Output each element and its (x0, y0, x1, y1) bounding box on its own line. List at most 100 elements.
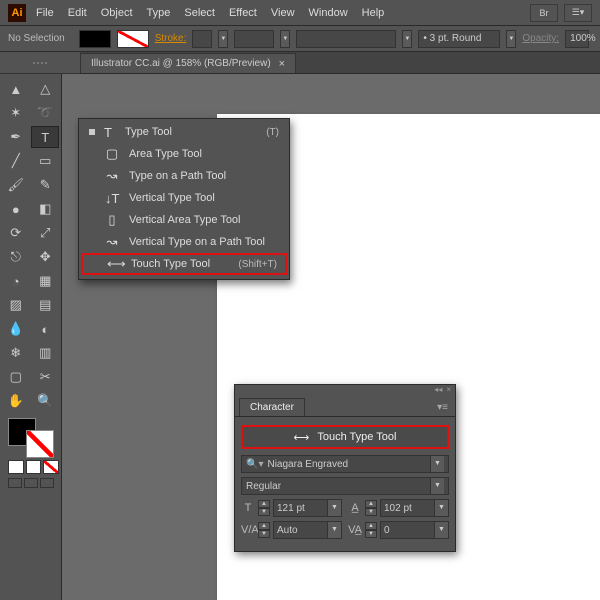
rectangle-tool[interactable]: ▭ (32, 150, 60, 172)
flyout-item-vertical-type-tool[interactable]: ↓TVertical Type Tool (81, 187, 287, 209)
menu-edit[interactable]: Edit (68, 7, 87, 19)
menu-effect[interactable]: Effect (229, 7, 257, 19)
flyout-item-label: Touch Type Tool (131, 258, 228, 270)
flyout-item-vertical-type-on-a-path-tool[interactable]: ↝Vertical Type on a Path Tool (81, 231, 287, 253)
flyout-item-label: Type Tool (125, 126, 256, 138)
zoom-tool[interactable]: 🔍 (32, 390, 60, 412)
column-graph-tool[interactable]: ▥ (32, 342, 60, 364)
tool-icon: ⟷ (107, 256, 121, 272)
blend-tool[interactable]: ◐ (32, 318, 60, 340)
select-tool[interactable]: ▲ (2, 78, 30, 100)
flyout-item-touch-type-tool[interactable]: ⟷Touch Type Tool(Shift+T) (81, 253, 287, 275)
kerning-input[interactable]: Auto▼ (273, 521, 342, 539)
eraser-tool[interactable]: ◧ (32, 198, 60, 220)
color-swatch[interactable] (8, 460, 24, 474)
artboard-tool[interactable]: ▢ (2, 366, 30, 388)
stroke-profile-input[interactable] (234, 30, 274, 48)
current-tool-indicator-icon (89, 129, 95, 135)
flyout-item-area-type-tool[interactable]: ▢Area Type Tool (81, 143, 287, 165)
type-tool[interactable]: T (31, 126, 59, 148)
eyedropper-tool[interactable]: 💧 (2, 318, 30, 340)
color-swatch[interactable] (26, 460, 42, 474)
panel-menu-icon[interactable]: ▾≡ (434, 399, 451, 416)
shape-builder-tool[interactable]: ◔ (2, 270, 30, 292)
menu-type[interactable]: Type (147, 7, 171, 19)
stroke-weight-input[interactable] (192, 30, 212, 48)
menu-help[interactable]: Help (362, 7, 385, 19)
tracking-stepper[interactable]: ▲▼ (365, 522, 377, 538)
character-panel[interactable]: ◂◂× Character ▾≡ ⟷ Touch Type Tool 🔍▾ Ni… (234, 384, 456, 552)
chevron-down-icon[interactable]: ▼ (430, 456, 444, 472)
free-transform-tool[interactable]: ✥ (32, 246, 60, 268)
hand-tool[interactable]: ✋ (2, 390, 30, 412)
none-swatch[interactable] (43, 460, 59, 474)
tool-icon: ▢ (105, 146, 119, 162)
symbol-sprayer-tool[interactable]: ❄ (2, 342, 30, 364)
type-tool-flyout: TType Tool(T)▢Area Type Tool↝Type on a P… (78, 118, 290, 280)
menu-select[interactable]: Select (184, 7, 215, 19)
document-tab-label: Illustrator CC.ai @ 158% (RGB/Preview) (91, 58, 271, 69)
pencil-tool[interactable]: ✎ (32, 174, 60, 196)
stroke-swatch[interactable] (117, 30, 149, 48)
blob-brush-tool[interactable]: ● (2, 198, 30, 220)
tool-icon: T (101, 125, 115, 140)
screen-mode-buttons[interactable] (8, 478, 59, 488)
menu-file[interactable]: File (36, 7, 54, 19)
document-tab[interactable]: Illustrator CC.ai @ 158% (RGB/Preview) × (80, 53, 296, 73)
stroke-label[interactable]: Stroke: (155, 33, 187, 44)
leading-stepper[interactable]: ▲▼ (365, 500, 377, 516)
stroke-weight-dd[interactable]: ▼ (218, 30, 228, 48)
menu-window[interactable]: Window (309, 7, 348, 19)
brush-preset-input[interactable]: • 3 pt. Round (418, 30, 500, 48)
brush-def-input[interactable] (296, 30, 396, 48)
brush-preset-dd[interactable]: ▼ (506, 30, 516, 48)
chevron-down-icon[interactable]: ▼ (430, 478, 444, 494)
bridge-button[interactable]: Br (530, 4, 558, 22)
flyout-item-vertical-area-type-tool[interactable]: ▯Vertical Area Type Tool (81, 209, 287, 231)
pen-tool[interactable]: ✒ (2, 126, 29, 148)
flyout-item-type-on-a-path-tool[interactable]: ↝Type on a Path Tool (81, 165, 287, 187)
font-style-value: Regular (246, 481, 430, 492)
slice-tool[interactable]: ✂ (32, 366, 60, 388)
toolbox-drag-handle[interactable] (0, 52, 80, 74)
flyout-item-type-tool[interactable]: TType Tool(T) (81, 121, 287, 143)
opacity-input[interactable]: 100% (565, 30, 589, 48)
font-size-input[interactable]: 121 pt▼ (273, 499, 342, 517)
flyout-item-label: Vertical Area Type Tool (129, 214, 269, 226)
tracking-input[interactable]: 0▼ (380, 521, 449, 539)
control-bar: No Selection Stroke: ▼ ▼ ▼ • 3 pt. Round… (0, 26, 600, 52)
selection-status: No Selection (8, 33, 65, 44)
kerning-icon: V/A (241, 524, 255, 536)
fill-swatch[interactable] (79, 30, 111, 48)
font-size-stepper[interactable]: ▲▼ (258, 500, 270, 516)
width-tool[interactable]: ⎋ (2, 246, 30, 268)
workspace-switcher[interactable]: ☰▾ (564, 4, 592, 22)
menu-object[interactable]: Object (101, 7, 133, 19)
touch-type-icon: ⟷ (294, 431, 310, 444)
font-family-dropdown[interactable]: 🔍▾ Niagara Engraved ▼ (241, 455, 449, 473)
rotate-tool[interactable]: ⟳ (2, 222, 30, 244)
flyout-item-label: Vertical Type Tool (129, 192, 269, 204)
gradient-tool[interactable]: ▤ (32, 294, 60, 316)
magic-wand-tool[interactable]: ✶ (2, 102, 30, 124)
stroke-profile-dd[interactable]: ▼ (280, 30, 290, 48)
opacity-label[interactable]: Opacity: (522, 33, 559, 44)
touch-type-tool-button[interactable]: ⟷ Touch Type Tool (241, 425, 449, 449)
direct-select-tool[interactable]: △ (32, 78, 60, 100)
scale-tool[interactable]: ⤢ (32, 222, 60, 244)
mesh-tool[interactable]: ▨ (2, 294, 30, 316)
paintbrush-tool[interactable]: 🖌 (2, 174, 30, 196)
flyout-item-label: Vertical Type on a Path Tool (129, 236, 269, 248)
perspective-tool[interactable]: ▦ (32, 270, 60, 292)
menu-view[interactable]: View (271, 7, 295, 19)
brush-def-dd[interactable]: ▼ (402, 30, 412, 48)
line-tool[interactable]: ╱ (2, 150, 30, 172)
lasso-tool[interactable]: ➰ (32, 102, 60, 124)
character-tab[interactable]: Character (239, 398, 305, 416)
leading-input[interactable]: 102 pt▼ (380, 499, 449, 517)
kerning-stepper[interactable]: ▲▼ (258, 522, 270, 538)
fill-stroke-swatch[interactable] (8, 418, 54, 458)
close-document-icon[interactable]: × (279, 58, 285, 70)
font-style-dropdown[interactable]: Regular ▼ (241, 477, 449, 495)
panel-drag-handle[interactable]: ◂◂× (235, 385, 455, 395)
